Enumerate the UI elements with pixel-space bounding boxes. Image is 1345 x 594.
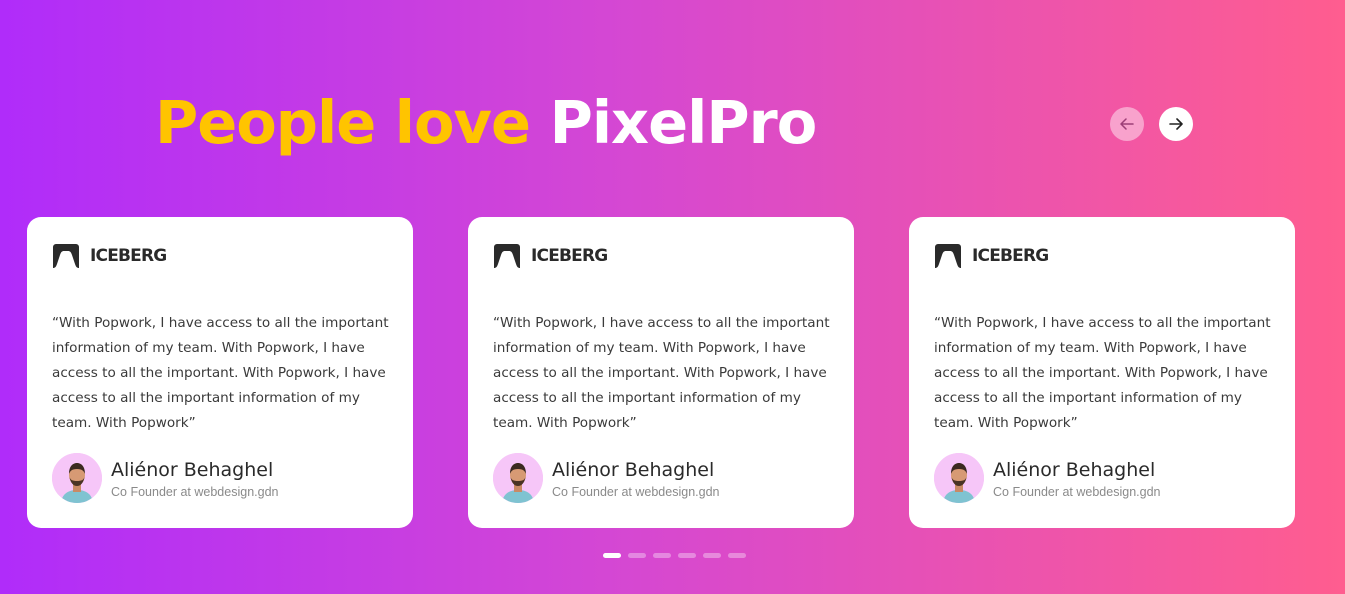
- iceberg-logo-icon: [494, 244, 520, 268]
- title-accent: People love: [155, 88, 531, 157]
- arrow-right-icon: [1169, 118, 1183, 130]
- company-logo: ICEBERG: [493, 241, 829, 271]
- pagination-dot[interactable]: [728, 553, 746, 558]
- pagination-dot[interactable]: [703, 553, 721, 558]
- testimonial-quote: “With Popwork, I have access to all the …: [52, 315, 389, 431]
- pagination-dot[interactable]: [603, 553, 621, 558]
- avatar: [52, 453, 102, 503]
- author-name: Aliénor Behaghel: [993, 458, 1156, 481]
- company-logo: ICEBERG: [934, 241, 1270, 271]
- pagination-dot[interactable]: [653, 553, 671, 558]
- company-logo: ICEBERG: [52, 241, 388, 271]
- carousel-pagination: [603, 553, 746, 558]
- testimonial-card: ICEBERG “With Popwork, I have access to …: [909, 217, 1295, 528]
- carousel-next-button[interactable]: [1159, 107, 1193, 141]
- testimonial-carousel: ICEBERG “With Popwork, I have access to …: [27, 217, 1295, 528]
- page-title: People love PixelPro: [155, 88, 818, 157]
- pagination-dot[interactable]: [628, 553, 646, 558]
- testimonial-card: ICEBERG “With Popwork, I have access to …: [468, 217, 854, 528]
- author-role: Co Founder at webdesign.gdn: [111, 484, 279, 499]
- carousel-prev-button[interactable]: [1110, 107, 1144, 141]
- author-name: Aliénor Behaghel: [111, 458, 274, 481]
- iceberg-logo-icon: [935, 244, 961, 268]
- author-role: Co Founder at webdesign.gdn: [552, 484, 720, 499]
- avatar: [934, 453, 984, 503]
- company-name: ICEBERG: [972, 246, 1049, 266]
- author-role: Co Founder at webdesign.gdn: [993, 484, 1161, 499]
- testimonial-quote: “With Popwork, I have access to all the …: [934, 315, 1271, 431]
- iceberg-logo-icon: [53, 244, 79, 268]
- testimonial-quote: “With Popwork, I have access to all the …: [493, 315, 830, 431]
- testimonial-author: Aliénor Behaghel Co Founder at webdesign…: [493, 453, 719, 503]
- pagination-dot[interactable]: [678, 553, 696, 558]
- testimonial-author: Aliénor Behaghel Co Founder at webdesign…: [934, 453, 1160, 503]
- title-brand: PixelPro: [549, 88, 818, 157]
- author-name: Aliénor Behaghel: [552, 458, 715, 481]
- avatar: [493, 453, 543, 503]
- testimonial-author: Aliénor Behaghel Co Founder at webdesign…: [52, 453, 278, 503]
- company-name: ICEBERG: [531, 246, 608, 266]
- company-name: ICEBERG: [90, 246, 167, 266]
- arrow-left-icon: [1120, 118, 1134, 130]
- testimonial-card: ICEBERG “With Popwork, I have access to …: [27, 217, 413, 528]
